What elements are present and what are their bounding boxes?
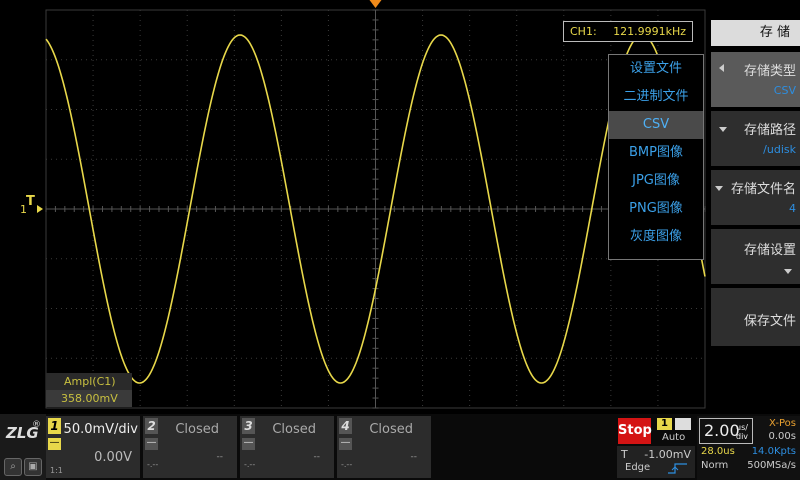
dropdown-item-binary-file[interactable]: 二进制文件 — [609, 83, 703, 111]
search-icon[interactable]: ⌕ — [4, 458, 22, 476]
coupling-icon: — — [145, 437, 158, 450]
channel-number: 3 — [242, 418, 255, 434]
storage-type-dropdown[interactable]: 设置文件 二进制文件 CSV BMP图像 JPG图像 PNG图像 灰度图像 — [608, 54, 704, 260]
channel-2-block[interactable]: 2 — Closed -.-- -- — [143, 416, 237, 478]
chevron-left-icon — [719, 64, 724, 72]
channel-offset-placeholder: -- — [313, 452, 321, 462]
channel-1-marker: 1 — [20, 203, 27, 216]
dropdown-item-jpg[interactable]: JPG图像 — [609, 167, 703, 195]
chevron-down-icon — [715, 186, 723, 191]
channel-state: Closed — [175, 422, 219, 437]
trigger-type: Edge — [625, 462, 651, 473]
menu-item-file-name[interactable]: 存储文件名 4 — [711, 170, 800, 225]
channel-scale-placeholder: -.-- — [341, 460, 353, 469]
timebase-unit-bottom: div — [736, 432, 749, 441]
trigger-t-label: T — [621, 448, 628, 461]
measurement-box[interactable]: Ampl(C1) 358.00mV — [46, 373, 132, 407]
measurement-label: Ampl(C1) — [46, 373, 132, 390]
trigger-coupling-icon[interactable] — [675, 418, 691, 430]
channel-state: Closed — [272, 422, 316, 437]
coupling-icon: — — [48, 437, 61, 450]
channel-1-block[interactable]: 1 — 50.0mV/div 0.00V 1:1 — [46, 416, 140, 478]
menu-title: 存 储 — [711, 20, 800, 46]
dropdown-item-png[interactable]: PNG图像 — [609, 195, 703, 223]
trigger-mode[interactable]: Auto — [662, 432, 685, 443]
readout-channel: CH1: — [570, 25, 597, 38]
probe-ratio: 1:1 — [50, 466, 63, 475]
trigger-level-marker: T — [26, 194, 35, 209]
menu-item-label: 存储路径 — [743, 123, 796, 138]
waveform-display[interactable]: T1 CH1: 121.9991kHz Ampl(C1) 358.00mV 设置… — [0, 0, 710, 414]
sample-rate: 500MSa/s — [747, 460, 796, 471]
channel-number: 1 — [48, 418, 61, 434]
channel-offset-placeholder: -- — [410, 452, 418, 462]
menu-item-storage-path[interactable]: 存储路径 /udisk — [711, 111, 800, 166]
memory-depth: 14.0Kpts — [751, 446, 796, 457]
registered-mark: ® — [32, 420, 41, 430]
channel-3-block[interactable]: 3 — Closed -.-- -- — [240, 416, 334, 478]
menu-item-storage-settings[interactable]: 存储设置 — [711, 229, 800, 284]
menu-item-value: /udisk — [763, 143, 796, 156]
channel-scale-placeholder: -.-- — [147, 460, 159, 469]
menu-item-value: CSV — [773, 84, 796, 97]
trigger-source[interactable]: 1 — [657, 418, 672, 430]
menu-item-label: 存储设置 — [743, 243, 796, 258]
xpos-label: X-Pos — [769, 418, 796, 429]
menu-item-label: 存储类型 — [743, 64, 796, 79]
logo-area: ZLG ® ⌕ ▣ — [0, 414, 46, 480]
channel-scale-placeholder: -.-- — [244, 460, 256, 469]
dropdown-item-setup-file[interactable]: 设置文件 — [609, 55, 703, 83]
xpos-value: 0.00s — [768, 431, 796, 442]
channel-state: Closed — [369, 422, 413, 437]
trigger-level: -1.00mV — [644, 448, 691, 461]
coupling-icon: — — [242, 437, 255, 450]
graticule: T1 — [20, 0, 706, 409]
menu-item-label: 存储文件名 — [730, 182, 796, 197]
menu-item-value: 4 — [789, 202, 796, 215]
screenshot-icon[interactable]: ▣ — [24, 458, 42, 476]
channel-number: 2 — [145, 418, 158, 434]
trigger-block[interactable]: T -1.00mV Edge — [617, 446, 695, 478]
channel-offset: 0.00V — [94, 450, 132, 465]
measurement-value: 358.00mV — [46, 390, 132, 407]
frequency-readout: CH1: 121.9991kHz — [563, 21, 693, 42]
channel-scale: 50.0mV/div — [63, 422, 138, 437]
coupling-icon: — — [339, 437, 352, 450]
channel-offset-placeholder: -- — [216, 452, 224, 462]
timebase-scale[interactable]: 2.00 us/ div — [699, 418, 753, 444]
readout-frequency: 121.9991kHz — [613, 25, 686, 38]
dropdown-item-bmp[interactable]: BMP图像 — [609, 139, 703, 167]
trigger-delay: 28.0us — [701, 446, 735, 457]
menu-item-label: 保存文件 — [743, 314, 796, 329]
timebase-scale-value: 2.00 — [704, 421, 740, 440]
storage-menu: 存 储 存储类型 CSV 存储路径 /udisk 存储文件名 4 存储设置 保存… — [707, 0, 800, 414]
menu-item-storage-type[interactable]: 存储类型 CSV — [711, 52, 800, 107]
chevron-down-icon — [784, 269, 792, 274]
channel-number: 4 — [339, 418, 352, 434]
rising-edge-icon — [668, 463, 687, 474]
dropdown-item-grayscale[interactable]: 灰度图像 — [609, 223, 703, 251]
timebase-block[interactable]: 2.00 us/ div X-Pos 0.00s 28.0us 14.0Kpts… — [697, 416, 800, 480]
timebase-unit-top: us/ — [736, 423, 748, 432]
chevron-down-icon — [719, 127, 727, 132]
acquisition-mode: Norm — [701, 460, 729, 471]
channel-1-arrow — [37, 205, 43, 213]
dropdown-item-csv[interactable]: CSV — [609, 111, 703, 139]
menu-item-save-file[interactable]: 保存文件 — [711, 288, 800, 346]
trigger-position-marker — [369, 0, 382, 8]
channel-4-block[interactable]: 4 — Closed -.-- -- — [337, 416, 431, 478]
run-stop-button[interactable]: Stop — [618, 418, 652, 444]
timebase-unit: us/ div — [736, 423, 748, 441]
